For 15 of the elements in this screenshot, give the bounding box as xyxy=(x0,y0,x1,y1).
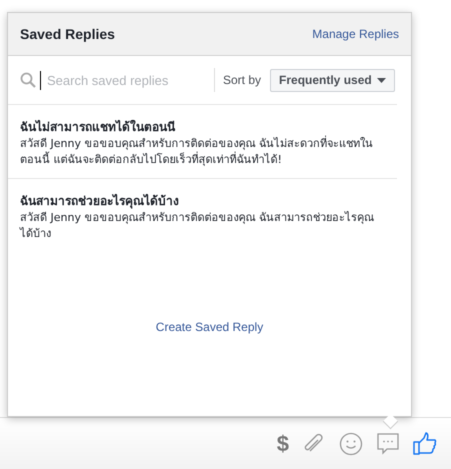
popup-title: Saved Replies xyxy=(20,26,115,42)
reply-text: สวัสดี Jenny ขอขอบคุณสำหรับการติดต่อของคุณ ฉันไม่สะดวกที่จะแชทในตอนนี้ แต่ฉันจะติดต่อกลับไปโดยเร็วที่สุดเท่าที่ฉันทำได้! xyxy=(20,136,374,168)
reply-text: สวัสดี Jenny ขอขอบคุณสำหรับการติดต่อของคุณ ฉันสามารถช่วยอะไรคุณได้บ้าง xyxy=(20,210,375,242)
caret-icon xyxy=(376,78,386,82)
chat-bubble-icon[interactable] xyxy=(376,432,400,456)
thumbs-up-icon[interactable] xyxy=(413,432,437,456)
create-reply-link[interactable]: Create Saved Reply xyxy=(156,320,264,334)
payment-icon[interactable]: $ xyxy=(276,431,289,457)
sort-label: Sort by xyxy=(223,73,262,87)
smiley-icon[interactable] xyxy=(339,432,363,456)
sort-dropdown[interactable]: Frequently used xyxy=(270,68,395,92)
search-icon xyxy=(20,72,36,88)
manage-replies-link[interactable]: Manage Replies xyxy=(312,27,399,41)
reply-title[interactable]: ฉันไม่สามารถแชทได้ในตอนนี xyxy=(20,117,385,136)
reply-title[interactable]: ฉันสามารถช่วยอะไรคุณได้บ้าง xyxy=(20,191,385,210)
